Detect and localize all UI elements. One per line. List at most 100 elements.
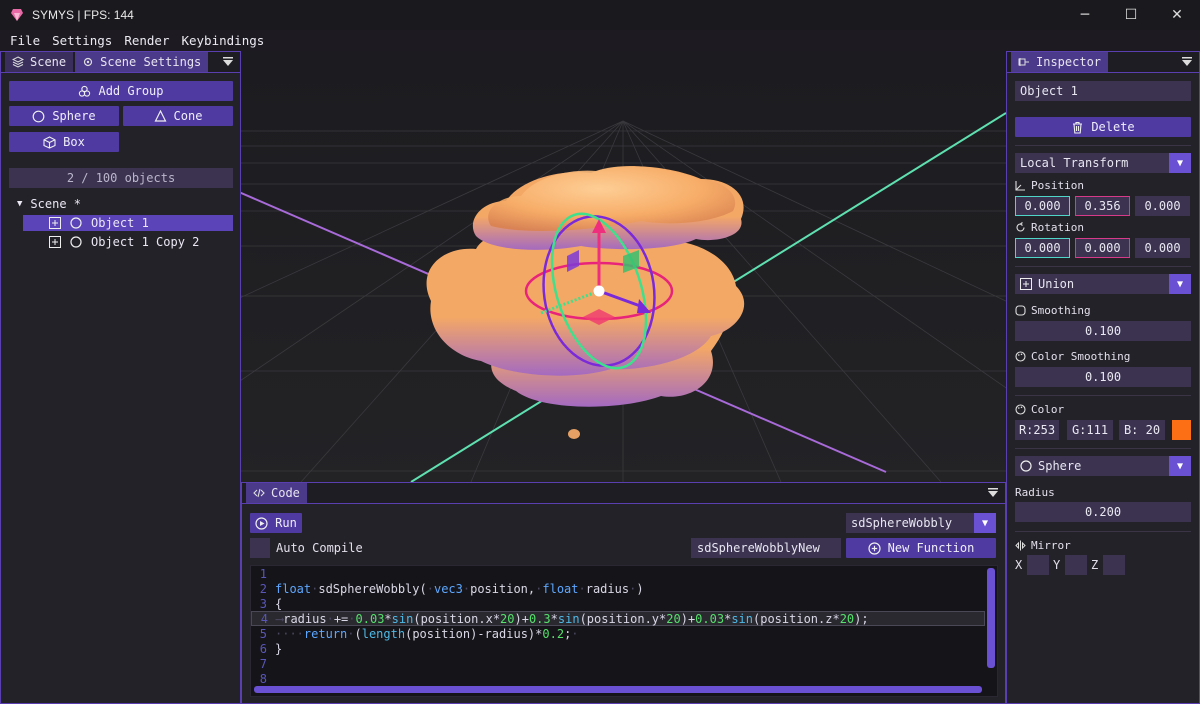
code-tabbar: Code: [242, 483, 1005, 504]
mirror-y-checkbox[interactable]: [1065, 555, 1087, 575]
operation-select[interactable]: Union: [1015, 274, 1169, 294]
tab-inspector[interactable]: Inspector: [1011, 52, 1109, 72]
transform-mode-select[interactable]: Local Transform: [1015, 153, 1169, 173]
position-x-input[interactable]: 0.000: [1015, 196, 1070, 216]
radius-input[interactable]: 0.200: [1015, 502, 1191, 522]
line-number: 8: [259, 671, 267, 686]
position-icon: [1015, 181, 1025, 191]
color-smoothing-input[interactable]: 0.100: [1015, 367, 1191, 387]
auto-compile-checkbox[interactable]: [250, 538, 270, 558]
operation-value: Union: [1038, 277, 1075, 291]
auto-compile-label: Auto Compile: [276, 541, 363, 555]
trash-icon: [1073, 121, 1083, 134]
mirror-z-checkbox[interactable]: [1103, 555, 1125, 575]
viewport-scene: [241, 51, 1006, 482]
sphere-icon: [32, 110, 45, 122]
color-label-text: Color: [1031, 403, 1065, 416]
position-y-input[interactable]: 0.356: [1075, 196, 1130, 216]
new-function-name-input[interactable]: sdSphereWobblyNew: [691, 538, 841, 558]
app-logo-icon: [11, 9, 23, 21]
collapsed-node-icon: [49, 217, 61, 229]
line-number: 6: [259, 641, 267, 656]
tab-scene-settings-label: Scene Settings: [100, 55, 202, 69]
shape-select[interactable]: Sphere: [1015, 456, 1169, 476]
add-box-button[interactable]: Box: [9, 132, 119, 152]
code-editor[interactable]: 1 2 float·sdSphereWobbly(·vec3·position,·…: [250, 565, 998, 697]
divider: [1015, 531, 1191, 532]
palette-icon: [1015, 351, 1026, 362]
tree-item-label: Object 1: [91, 216, 149, 230]
panel-menu-icon[interactable]: [987, 487, 999, 499]
object-count-text: 2 / 100 objects: [66, 171, 176, 185]
smoothing-label-text: Smoothing: [1031, 304, 1091, 317]
position-z-input[interactable]: 0.000: [1135, 196, 1190, 216]
color-b-value: B: 20: [1123, 423, 1161, 437]
code-line: 6}: [251, 641, 282, 656]
play-icon: [255, 516, 268, 530]
rotation-y-input[interactable]: 0.000: [1075, 238, 1130, 258]
position-y-value: 0.356: [1084, 199, 1121, 213]
3d-viewport[interactable]: [241, 51, 1006, 482]
tab-scene[interactable]: Scene: [5, 52, 74, 72]
line-number: 2: [259, 581, 267, 596]
rotation-z-input[interactable]: 0.000: [1135, 238, 1190, 258]
color-b-input[interactable]: B: 20: [1119, 420, 1165, 440]
operation-arrow[interactable]: ▼: [1169, 274, 1191, 294]
panel-menu-icon[interactable]: [1181, 56, 1193, 68]
tab-code[interactable]: Code: [246, 483, 307, 503]
menu-file[interactable]: File: [4, 33, 46, 48]
mirror-x-checkbox[interactable]: [1027, 555, 1049, 575]
add-sphere-button[interactable]: Sphere: [9, 106, 119, 126]
delete-label: Delete: [1091, 120, 1135, 134]
menu-settings[interactable]: Settings: [46, 33, 118, 48]
add-cone-button[interactable]: Cone: [123, 106, 233, 126]
vertical-scrollbar[interactable]: [987, 568, 995, 668]
rotate-icon: [1016, 222, 1025, 232]
code-panel: Code Run Auto Compile sdSphereWobbly ▼ s…: [241, 482, 1006, 704]
maximize-button[interactable]: ☐: [1108, 0, 1154, 30]
menu-keybindings[interactable]: Keybindings: [175, 33, 270, 48]
run-button[interactable]: Run: [250, 513, 302, 533]
tree-root[interactable]: ▼ Scene *: [17, 196, 232, 212]
code-line-current: 4 ⟶radius·+=·0.03*sin(position.x*20)+0.3*…: [251, 611, 985, 626]
menu-render[interactable]: Render: [118, 33, 175, 48]
new-function-name-value: sdSphereWobblyNew: [697, 541, 820, 555]
tree-item-object-1-copy-2[interactable]: Object 1 Copy 2: [23, 234, 233, 250]
color-smoothing-label-text: Color Smoothing: [1031, 350, 1131, 363]
function-select[interactable]: sdSphereWobbly: [846, 513, 974, 533]
add-circle-icon: [868, 541, 881, 555]
color-smoothing-value: 0.100: [1084, 370, 1122, 384]
shape-arrow[interactable]: ▼: [1169, 456, 1191, 476]
radius-value: 0.200: [1084, 505, 1122, 519]
code-line: 7: [251, 656, 282, 671]
new-function-button[interactable]: New Function: [846, 538, 996, 558]
color-g-input[interactable]: G:111: [1067, 420, 1113, 440]
tree-item-object-1[interactable]: Object 1: [23, 215, 233, 231]
window-title: SYMYS | FPS: 144: [32, 8, 134, 22]
tree-root-label: Scene *: [30, 197, 81, 211]
function-select-arrow[interactable]: ▼: [974, 513, 996, 533]
add-group-button[interactable]: Add Group: [9, 81, 233, 101]
inspector-panel: Inspector Object 1 Delete Local Transfor…: [1006, 51, 1200, 704]
close-button[interactable]: ✕: [1154, 0, 1200, 30]
menu-bar: File Settings Render Keybindings: [0, 30, 1200, 51]
mirror-icon: [1015, 540, 1026, 551]
transform-mode-arrow[interactable]: ▼: [1169, 153, 1191, 173]
object-name-input[interactable]: Object 1: [1015, 81, 1191, 101]
line-number: 4: [260, 611, 268, 626]
line-number: 5: [259, 626, 267, 641]
rotation-x-input[interactable]: 0.000: [1015, 238, 1070, 258]
delete-button[interactable]: Delete: [1015, 117, 1191, 137]
position-x-value: 0.000: [1024, 199, 1061, 213]
sphere-icon: [70, 236, 82, 248]
scene-tabbar: Scene Scene Settings: [1, 52, 240, 73]
color-r-input[interactable]: R:253: [1015, 420, 1059, 440]
panel-menu-icon[interactable]: [222, 56, 234, 68]
color-swatch[interactable]: [1172, 420, 1191, 440]
inspector-tabbar: Inspector: [1007, 52, 1199, 73]
smoothing-input[interactable]: 0.100: [1015, 321, 1191, 341]
horizontal-scrollbar[interactable]: [254, 686, 982, 693]
tab-scene-settings[interactable]: Scene Settings: [75, 52, 209, 72]
minimize-button[interactable]: ─: [1062, 0, 1108, 30]
minimize-icon: ─: [1080, 7, 1090, 23]
